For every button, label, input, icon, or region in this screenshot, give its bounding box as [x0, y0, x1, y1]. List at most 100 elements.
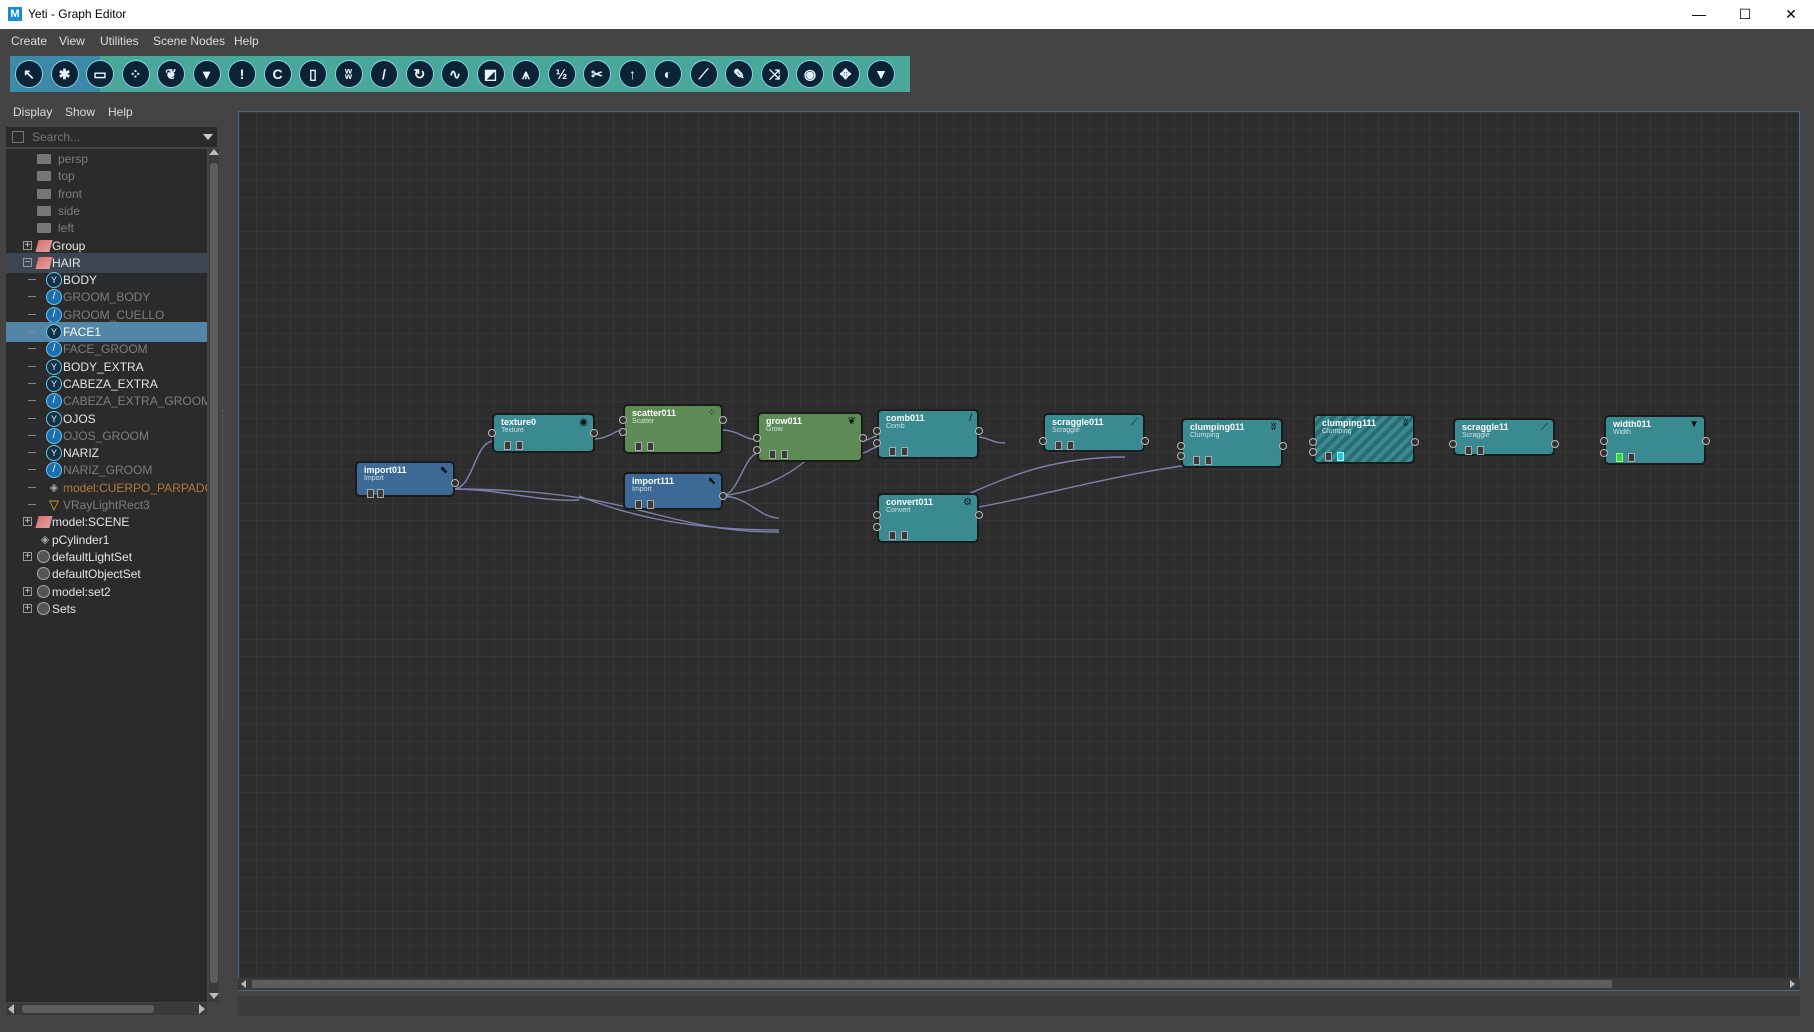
search-input[interactable]: [32, 129, 192, 145]
graph-node-texture0[interactable]: texture0 Texture ◉: [488, 413, 598, 453]
graph-node-import111[interactable]: import111 Import ⬉: [623, 472, 727, 510]
node-toggle[interactable]: [889, 447, 896, 456]
scrollbar-thumb[interactable]: [210, 163, 218, 983]
input-port[interactable]: [873, 523, 881, 531]
input-port[interactable]: [1309, 438, 1317, 446]
node-toggle[interactable]: [1628, 453, 1635, 462]
output-port[interactable]: [451, 479, 459, 487]
node-toggle[interactable]: [635, 442, 642, 451]
input-port[interactable]: [1039, 437, 1047, 445]
output-port[interactable]: [975, 427, 983, 435]
width-funnel-tool-button[interactable]: ▼: [865, 58, 897, 90]
input-port[interactable]: [1309, 448, 1317, 456]
search-dropdown-icon[interactable]: [203, 134, 213, 140]
node-gear-tool-button[interactable]: ✱: [49, 58, 81, 90]
node-toggle[interactable]: [889, 531, 896, 540]
node-toggle[interactable]: [1067, 441, 1074, 450]
graph-node-width011[interactable]: width011 Width ▼: [1600, 415, 1710, 465]
battery-tool-button[interactable]: ▯: [297, 58, 329, 90]
cut-tool-button[interactable]: ✂: [581, 58, 613, 90]
scroll-right-icon[interactable]: [1790, 980, 1795, 988]
output-port[interactable]: [859, 434, 867, 442]
node-toggle[interactable]: [1055, 441, 1062, 450]
input-port[interactable]: [488, 429, 496, 437]
menu-view[interactable]: View: [59, 34, 85, 48]
move-tool-button[interactable]: ✥: [830, 58, 862, 90]
menu-help[interactable]: Help: [234, 34, 259, 48]
wave-tool-button[interactable]: ∿: [439, 58, 471, 90]
minimize-button[interactable]: —: [1676, 0, 1722, 29]
expand-icon[interactable]: +: [23, 551, 32, 561]
node-toggle[interactable]: [769, 450, 776, 459]
node-toggle[interactable]: [1325, 452, 1332, 461]
split-tool-button[interactable]: ½: [546, 58, 578, 90]
grow-leaf-tool-button[interactable]: ❦: [155, 58, 187, 90]
input-port[interactable]: [1177, 442, 1185, 450]
node-toggle[interactable]: [504, 441, 511, 450]
moon-tool-button[interactable]: ◐: [652, 58, 684, 90]
node-toggle[interactable]: [901, 531, 908, 540]
menu-create[interactable]: Create: [11, 34, 47, 48]
expand-icon[interactable]: +: [23, 240, 32, 250]
input-port[interactable]: [1449, 440, 1457, 448]
node-toggle[interactable]: [647, 500, 654, 509]
node-toggle[interactable]: [781, 450, 788, 459]
output-port[interactable]: [1141, 437, 1149, 445]
scatter-tool-button[interactable]: ⁘: [120, 58, 152, 90]
scroll-left-icon[interactable]: [241, 980, 246, 988]
node-toggle[interactable]: [635, 500, 642, 509]
output-port[interactable]: [1411, 438, 1419, 446]
output-port[interactable]: [1551, 440, 1559, 448]
graph-node-import011[interactable]: import011 Import ⬉: [355, 461, 459, 498]
input-port[interactable]: [619, 428, 627, 436]
node-toggle[interactable]: [367, 489, 374, 498]
graph-node-clumping011[interactable]: clumping011 Clumping ʬ: [1177, 418, 1287, 468]
menu-utilities[interactable]: Utilities: [100, 34, 139, 48]
output-port[interactable]: [719, 492, 727, 500]
scroll-up-icon[interactable]: [209, 149, 219, 155]
input-port[interactable]: [1600, 449, 1608, 457]
brush-tool-button[interactable]: ◩: [475, 58, 507, 90]
graph-node-scatter011[interactable]: scatter011 Scatter ⁘: [619, 404, 727, 454]
close-button[interactable]: ✕: [1768, 0, 1814, 29]
bucket-tool-button[interactable]: ▾: [191, 58, 223, 90]
output-port[interactable]: [1702, 437, 1710, 445]
scraggle-tool-button[interactable]: ⟋: [688, 58, 720, 90]
output-port[interactable]: [590, 429, 598, 437]
shuffle-tool-button[interactable]: ⤨: [759, 58, 791, 90]
scrollbar-thumb[interactable]: [22, 1005, 154, 1013]
input-port[interactable]: [1177, 452, 1185, 460]
input-port[interactable]: [873, 511, 881, 519]
node-toggle[interactable]: [377, 489, 384, 498]
rotate-tool-button[interactable]: ↻: [404, 58, 436, 90]
node-toggle[interactable]: [1193, 456, 1200, 465]
panel-splitter[interactable]: [222, 410, 225, 720]
up-arrow-tool-button[interactable]: ↑: [617, 58, 649, 90]
scroll-right-icon[interactable]: [199, 1004, 205, 1014]
graph-node-scraggle11[interactable]: scraggle11 Scraggle ⟋: [1449, 418, 1559, 456]
node-toggle[interactable]: [901, 447, 908, 456]
expand-icon[interactable]: +: [23, 586, 32, 596]
collapse-icon[interactable]: −: [23, 257, 32, 267]
graph-node-grow011[interactable]: grow011 Grow ❦: [753, 412, 867, 462]
archive-box-tool-button[interactable]: ▭: [84, 58, 116, 90]
outliner-menu-show[interactable]: Show: [65, 105, 95, 119]
node-toggle[interactable]: [1477, 446, 1484, 455]
outliner-vertical-scrollbar[interactable]: [209, 149, 219, 1002]
curl-tool-button[interactable]: C: [262, 58, 294, 90]
select-arrow-tool-button[interactable]: ↖: [13, 58, 45, 90]
palette-tool-button[interactable]: ◉: [794, 58, 826, 90]
outliner-menu-display[interactable]: Display: [13, 105, 52, 119]
clump-tool-button[interactable]: ʬ: [333, 58, 365, 90]
graph-node-convert011[interactable]: convert011 Convert ⚙: [873, 493, 983, 543]
menu-scene-nodes[interactable]: Scene Nodes: [153, 34, 225, 48]
outliner-horizontal-scrollbar[interactable]: [6, 1003, 207, 1015]
output-port[interactable]: [1279, 442, 1287, 450]
input-port[interactable]: [753, 446, 761, 454]
comb-tool-button[interactable]: /: [368, 58, 400, 90]
filter-icon[interactable]: [12, 131, 24, 143]
scrollbar-thumb[interactable]: [252, 980, 1612, 988]
input-port[interactable]: [873, 427, 881, 435]
output-port[interactable]: [719, 416, 727, 424]
scroll-left-icon[interactable]: [8, 1004, 14, 1014]
